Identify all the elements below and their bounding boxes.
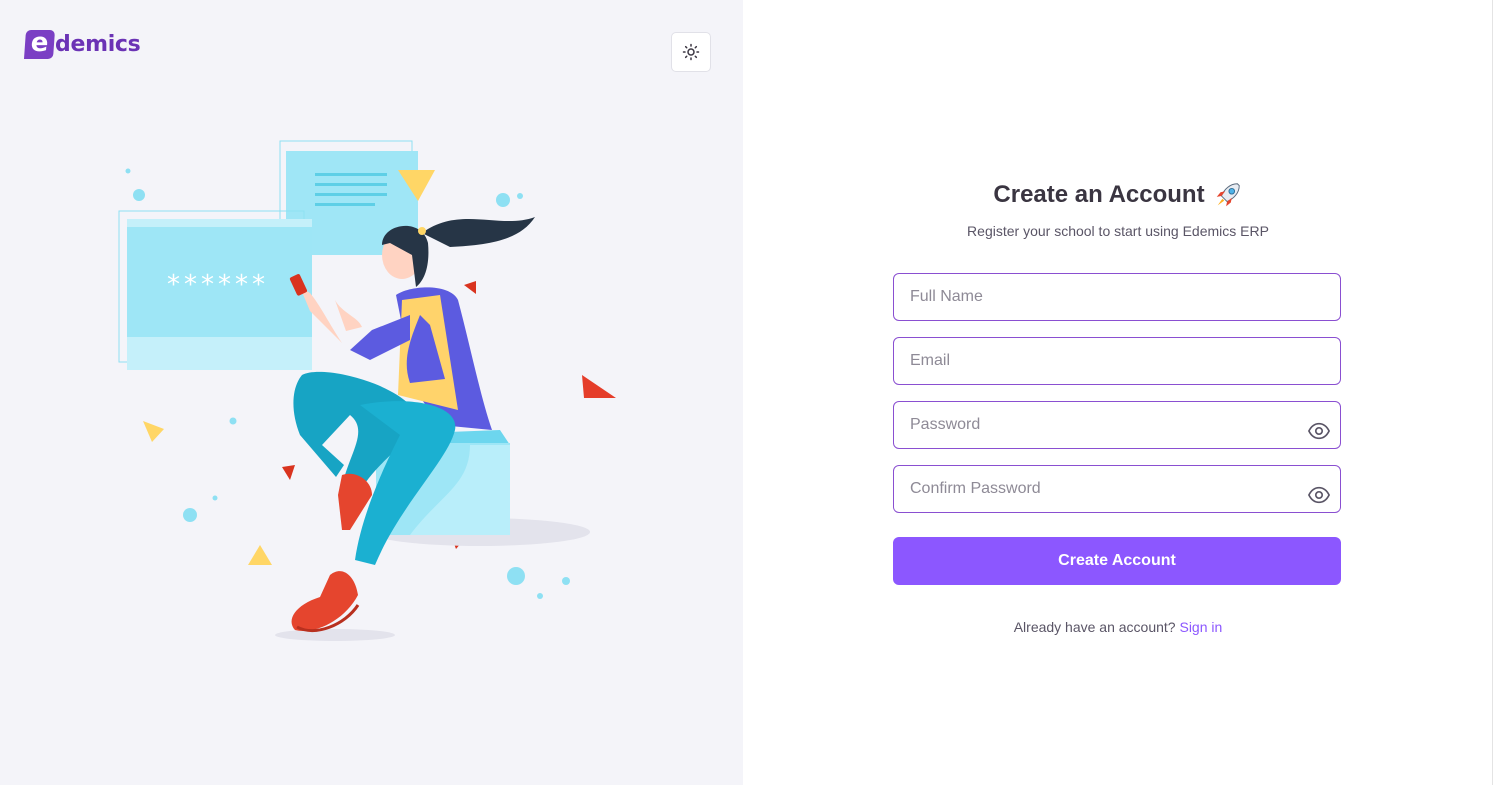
- form-panel: Create an Account Register your school t…: [743, 0, 1493, 785]
- show-password-eye-icon[interactable]: [1308, 422, 1330, 440]
- show-confirm-password-eye-icon[interactable]: [1308, 486, 1330, 504]
- full-name-input[interactable]: [894, 274, 1340, 320]
- brand-logo[interactable]: e demics: [23, 28, 141, 59]
- email-field[interactable]: [893, 337, 1341, 385]
- email-input[interactable]: [894, 338, 1340, 384]
- theme-toggle-button[interactable]: [671, 32, 711, 72]
- signin-prompt-text: Already have an account?: [1013, 619, 1176, 635]
- illustration-panel: e demics ******: [0, 0, 743, 785]
- signin-link[interactable]: Sign in: [1179, 619, 1222, 635]
- logo-text: demics: [55, 32, 141, 57]
- password-input[interactable]: [894, 402, 1340, 448]
- sun-icon: [682, 43, 700, 61]
- create-account-button[interactable]: Create Account: [893, 537, 1341, 585]
- full-name-field[interactable]: [893, 273, 1341, 321]
- page-title-text: Create an Account: [993, 181, 1205, 208]
- page-title: Create an Account: [743, 180, 1493, 210]
- logo-mark-icon: e: [23, 28, 56, 59]
- confirm-password-input[interactable]: [894, 466, 1340, 512]
- woman-with-phone-illustration: ******: [118, 140, 616, 641]
- signin-prompt: Already have an account? Sign in: [743, 619, 1493, 635]
- page-subtitle: Register your school to start using Edem…: [967, 223, 1269, 239]
- password-field[interactable]: [893, 401, 1341, 449]
- password-mask-text: ******: [167, 270, 269, 300]
- confirm-password-field[interactable]: [893, 465, 1341, 513]
- rocket-icon: [1216, 183, 1240, 207]
